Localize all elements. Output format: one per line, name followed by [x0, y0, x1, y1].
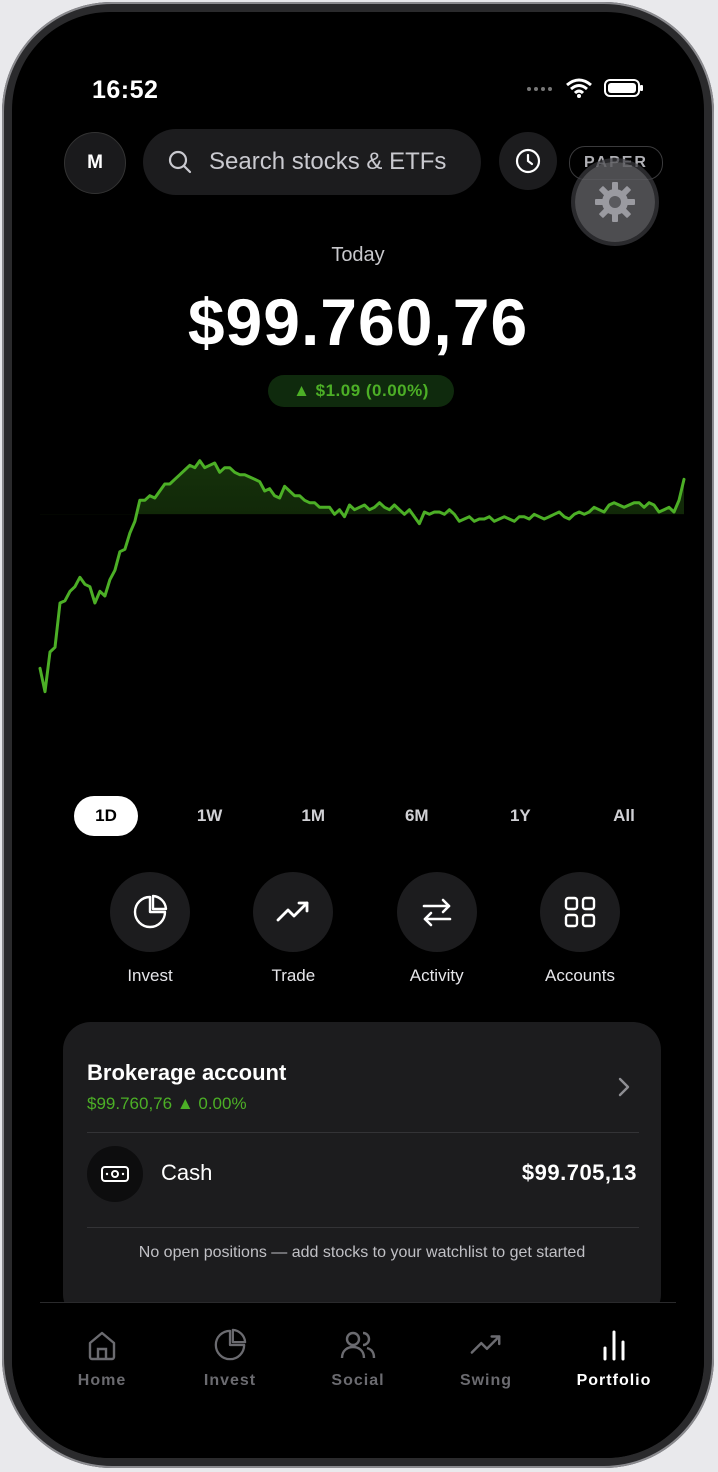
bar-chart-icon	[603, 1330, 625, 1361]
quick-actions: Invest Trade Activity Accounts	[100, 872, 630, 986]
action-label: Invest	[127, 966, 173, 985]
tab-social[interactable]: Social	[294, 1328, 422, 1390]
users-icon	[340, 1331, 376, 1359]
history-button[interactable]	[499, 132, 557, 190]
tab-bar-divider	[40, 1302, 676, 1303]
tab-label: Home	[77, 1372, 127, 1389]
chart-baseline-mask	[38, 514, 686, 712]
tab-swing[interactable]: Swing	[422, 1328, 550, 1390]
avatar[interactable]: M	[64, 132, 126, 194]
brokerage-title: Brokerage account	[87, 1060, 287, 1085]
cash-label: Cash	[161, 1160, 213, 1185]
range-1w[interactable]: 1W	[178, 796, 242, 836]
wifi-icon	[566, 78, 592, 98]
cash-value: $99.705,13	[521, 1160, 637, 1185]
brokerage-card[interactable]: Brokerage account $99.760,76 ▲ 0.00% Cas…	[63, 1022, 661, 1322]
pie-chart-icon	[214, 1328, 247, 1361]
tab-invest[interactable]: Invest	[166, 1328, 294, 1390]
trending-up-icon	[470, 1335, 501, 1354]
trending-up-icon	[276, 901, 309, 922]
cash-icon-wrap	[87, 1146, 143, 1202]
action-invest[interactable]: Invest	[100, 872, 200, 986]
tab-home[interactable]: Home	[38, 1328, 166, 1390]
period-label: Today	[331, 244, 385, 266]
portfolio-balance: $99.760,76	[187, 285, 529, 359]
search-input[interactable]: Search stocks & ETFs	[143, 129, 481, 195]
app-screen: 16:52 M Search stocks & ETFs PAPER	[12, 12, 704, 1458]
range-selector: 1D 1W 1M 6M 1Y All	[74, 796, 656, 836]
battery-icon	[604, 79, 643, 97]
swap-arrows-icon	[422, 898, 451, 927]
search-icon	[168, 150, 192, 174]
range-1y[interactable]: 1Y	[488, 796, 552, 836]
brokerage-summary: $99.760,76 ▲ 0.00%	[87, 1094, 247, 1114]
tab-label: Swing	[459, 1372, 513, 1389]
settings-button[interactable]	[575, 162, 655, 242]
action-label: Accounts	[545, 966, 615, 985]
range-1d[interactable]: 1D	[74, 796, 138, 836]
phone-frame: 16:52 M Search stocks & ETFs PAPER	[2, 2, 714, 1468]
action-label: Trade	[271, 966, 316, 985]
banknote-icon	[101, 1166, 129, 1182]
action-label: Activity	[409, 966, 464, 985]
signal-icon	[527, 87, 552, 91]
search-placeholder: Search stocks & ETFs	[209, 148, 447, 175]
pie-chart-icon	[133, 894, 168, 929]
action-invest-circle[interactable]	[110, 872, 190, 952]
divider	[87, 1132, 639, 1133]
action-activity[interactable]: Activity	[387, 872, 487, 986]
tab-label: Invest	[203, 1372, 257, 1389]
portfolio-chart[interactable]	[38, 452, 686, 712]
action-trade[interactable]: Trade	[243, 872, 343, 986]
divider	[87, 1227, 639, 1228]
empty-positions-note: No open positions — add stocks to your w…	[138, 1244, 586, 1261]
clock-icon	[515, 148, 541, 174]
brokerage-value: $99.760,76	[87, 1094, 173, 1113]
status-time: 16:52	[92, 76, 159, 104]
chevron-right-icon[interactable]	[617, 1076, 631, 1098]
home-icon	[88, 1331, 116, 1361]
tab-label: Social	[331, 1372, 385, 1389]
grid-icon	[564, 896, 596, 928]
action-accounts-circle[interactable]	[539, 872, 620, 952]
brokerage-change: ▲ 0.00%	[176, 1094, 247, 1113]
range-6m[interactable]: 6M	[385, 796, 449, 836]
action-accounts[interactable]: Accounts	[530, 872, 630, 986]
range-1m[interactable]: 1M	[281, 796, 345, 836]
tab-bar: Home Invest Social Swing Portfolio	[12, 1302, 704, 1458]
action-activity-circle[interactable]	[396, 872, 477, 952]
gear-icon	[595, 182, 635, 222]
tab-label: Portfolio	[576, 1372, 652, 1389]
tab-portfolio[interactable]: Portfolio	[550, 1328, 678, 1390]
status-icons	[526, 78, 644, 98]
range-all[interactable]: All	[592, 796, 656, 836]
action-trade-circle[interactable]	[253, 872, 334, 952]
daily-change-badge: ▲ $1.09 (0.00%)	[268, 375, 454, 407]
